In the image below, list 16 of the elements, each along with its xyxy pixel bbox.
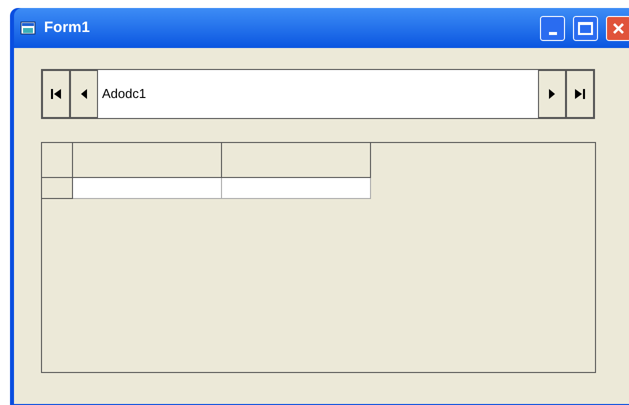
previous-record-button[interactable]	[70, 70, 98, 118]
last-record-button[interactable]	[566, 70, 594, 118]
data-control-caption: Adodc1	[101, 85, 148, 104]
maximize-button[interactable]	[573, 16, 598, 40]
first-record-button[interactable]	[42, 70, 70, 118]
window-icon	[20, 21, 36, 35]
table-cell[interactable]	[73, 178, 222, 199]
close-button[interactable]	[606, 16, 629, 40]
minimize-button[interactable]	[540, 16, 565, 40]
window-title: Form1	[44, 18, 91, 38]
close-icon	[612, 22, 625, 34]
next-record-button[interactable]	[538, 70, 566, 118]
first-record-icon	[50, 88, 62, 100]
data-control[interactable]: Adodc1	[41, 69, 595, 119]
last-record-icon	[574, 88, 586, 100]
table-cell[interactable]	[222, 178, 371, 199]
